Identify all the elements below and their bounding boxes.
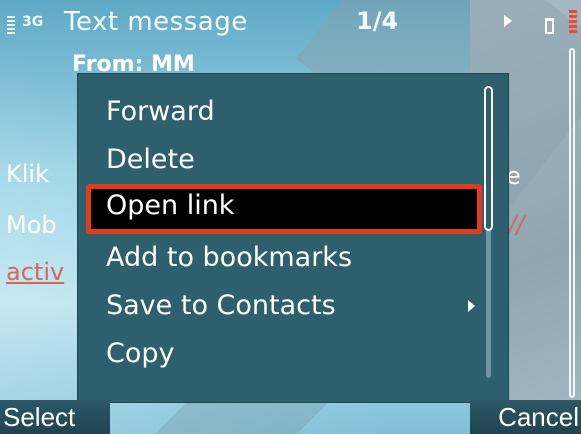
message-scrollbar[interactable]	[566, 48, 578, 398]
play-icon	[504, 15, 512, 27]
menu-item-label: Forward	[106, 96, 215, 127]
battery-icon	[545, 18, 554, 34]
cancel-softkey[interactable]: Cancel	[498, 402, 579, 433]
menu-item-label: Save to Contacts	[106, 290, 336, 321]
phone-screen: 3G Text message 1/4 From: MM Klik Mob ac…	[0, 0, 581, 434]
battery-level-icon	[569, 10, 577, 40]
message-text-line: Klik	[6, 160, 49, 188]
menu-item-delete[interactable]: Delete	[86, 138, 482, 182]
message-text-line: Mob	[6, 211, 57, 239]
submenu-arrow-icon	[468, 300, 475, 312]
menu-scrollbar[interactable]	[483, 86, 495, 378]
message-link[interactable]: activ	[6, 258, 64, 286]
screen-title: Text message	[64, 7, 248, 37]
menu-scrollbar-thumb[interactable]	[484, 86, 493, 231]
menu-item-save-to-contacts[interactable]: Save to Contacts	[86, 284, 482, 328]
menu-item-label: Copy	[106, 338, 175, 369]
menu-item-label: Delete	[106, 144, 195, 175]
network-indicator: 3G	[22, 14, 44, 30]
message-scrollbar-track	[569, 48, 575, 398]
message-link-fragment[interactable]: //	[508, 211, 524, 239]
menu-item-label: Open link	[106, 190, 235, 221]
menu-item-forward[interactable]: Forward	[86, 90, 482, 134]
signal-strength-icon	[7, 16, 15, 38]
message-counter: 1/4	[356, 7, 399, 35]
menu-item-add-to-bookmarks[interactable]: Add to bookmarks	[86, 236, 482, 280]
select-softkey[interactable]: Select	[3, 402, 75, 433]
softkey-bar: Select Cancel	[0, 400, 581, 434]
options-menu: Forward Delete Open link Add to bookmark…	[77, 73, 509, 403]
menu-item-copy[interactable]: Copy	[86, 332, 482, 376]
menu-item-label: Add to bookmarks	[106, 242, 353, 273]
menu-item-open-link[interactable]: Open link	[86, 184, 482, 234]
status-bar: 3G Text message 1/4	[0, 0, 581, 52]
